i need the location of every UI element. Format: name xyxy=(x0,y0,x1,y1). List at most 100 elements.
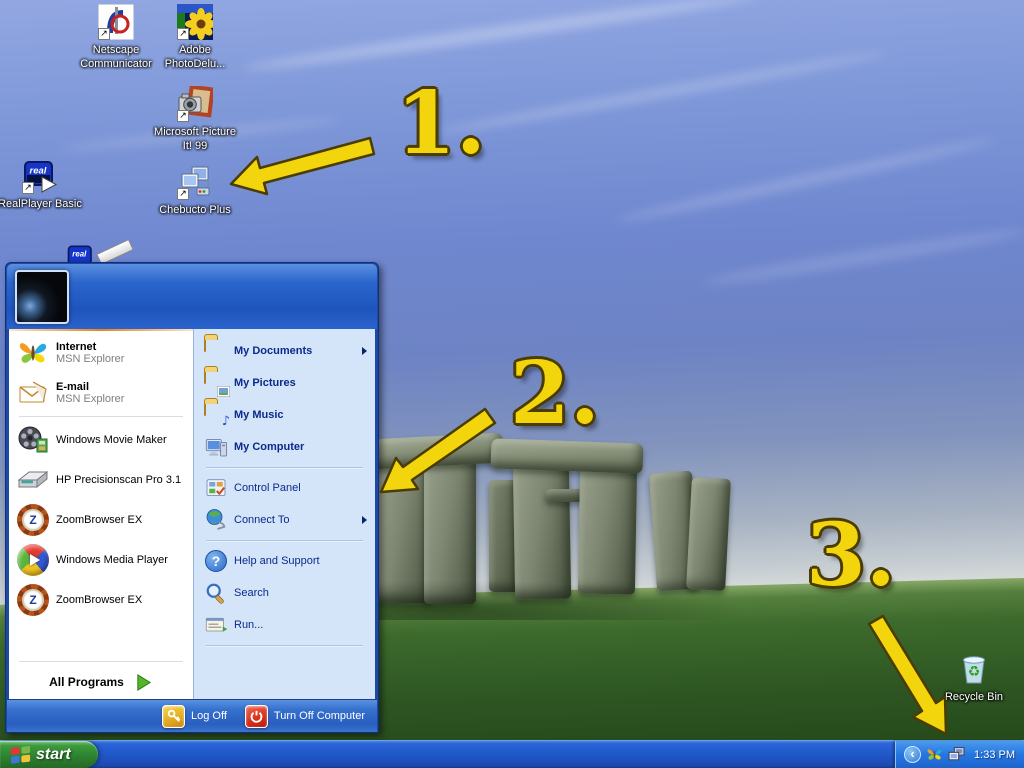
stone-lintel xyxy=(370,433,503,470)
shortcut-arrow-icon: ↗ xyxy=(177,28,189,40)
desktop-icon-chebucto-plus[interactable]: ↗ Chebucto Plus xyxy=(148,164,242,217)
turn-off-computer-button[interactable]: Turn Off Computer xyxy=(245,705,365,728)
menu-item-label: Connect To xyxy=(234,514,289,526)
start-menu: InternetMSN Explorer E-mailMSN Explorer … xyxy=(5,262,379,733)
windows-flag-icon xyxy=(10,745,31,765)
media-player-icon xyxy=(17,544,49,576)
turn-off-label: Turn Off Computer xyxy=(274,710,365,722)
desktop-screen: ↗ Netscape Communicator ↗ Adobe PhotoDel… xyxy=(0,0,1024,768)
menu-item-media-player[interactable]: Windows Media Player xyxy=(9,540,193,580)
start-button[interactable]: start xyxy=(0,741,98,768)
folder-icon xyxy=(204,339,228,363)
menu-item-label: Internet xyxy=(56,341,124,353)
run-icon xyxy=(204,613,228,637)
user-avatar xyxy=(15,270,69,324)
all-programs-button[interactable]: All Programs xyxy=(9,665,193,699)
menu-item-label: Windows Media Player xyxy=(56,554,168,566)
scanner-icon xyxy=(17,464,49,496)
help-icon: ? xyxy=(204,549,228,573)
stone-upright xyxy=(513,463,571,600)
desktop-icon-label: Chebucto Plus xyxy=(159,203,231,217)
all-programs-arrow-icon xyxy=(134,673,153,692)
start-menu-right-column: My Documents My Pictures ♪ My Music xyxy=(193,329,375,699)
menu-item-run[interactable]: Run... xyxy=(194,609,375,641)
log-off-label: Log Off xyxy=(191,710,227,722)
shortcut-arrow-icon: ↗ xyxy=(177,188,189,200)
search-icon xyxy=(204,581,228,605)
menu-item-hp-precisionscan[interactable]: HP Precisionscan Pro 3.1 xyxy=(9,460,193,500)
menu-item-label: Help and Support xyxy=(234,555,320,567)
grass-shadow xyxy=(370,580,750,620)
menu-item-zoombrowser-2[interactable]: Z ZoomBrowser EX xyxy=(9,580,193,620)
shortcut-arrow-icon: ↗ xyxy=(98,28,110,40)
menu-item-control-panel[interactable]: Control Panel xyxy=(194,472,375,504)
netscape-icon: ↗ xyxy=(98,4,134,40)
menu-separator xyxy=(19,661,183,662)
cloud-streak xyxy=(613,135,997,227)
my-computer-icon xyxy=(204,435,228,459)
desktop-icon-label: RealPlayer Basic xyxy=(0,197,82,211)
zoombrowser-icon: Z xyxy=(17,584,49,616)
menu-item-zoombrowser-1[interactable]: Z ZoomBrowser EX xyxy=(9,500,193,540)
desktop-icon-realplayer[interactable]: real ↗ RealPlayer Basic xyxy=(0,158,83,211)
menu-separator xyxy=(206,467,363,468)
menu-item-internet[interactable]: InternetMSN Explorer xyxy=(9,333,193,373)
menu-item-label: E-mail xyxy=(56,381,124,393)
email-envelope-icon xyxy=(17,377,49,409)
menu-item-label: Search xyxy=(234,587,269,599)
svg-text:real: real xyxy=(30,166,47,177)
realplayer-icon: real ↗ xyxy=(22,158,58,194)
taskbar: start ‹ 1:33 PM xyxy=(0,740,1024,768)
cloud-streak xyxy=(433,48,888,138)
log-off-button[interactable]: Log Off xyxy=(162,705,227,728)
submenu-arrow-icon xyxy=(362,516,367,524)
cloud-streak xyxy=(242,0,759,75)
connect-to-icon xyxy=(204,508,228,532)
menu-separator xyxy=(206,645,363,646)
menu-item-email[interactable]: E-mailMSN Explorer xyxy=(9,373,193,413)
hide-icons-chevron[interactable]: ‹ xyxy=(904,746,921,763)
menu-item-sublabel: MSN Explorer xyxy=(56,353,124,365)
menu-item-label: Windows Movie Maker xyxy=(56,434,167,446)
chebucto-plus-icon: ↗ xyxy=(177,164,213,200)
menu-item-label: ZoomBrowser EX xyxy=(56,514,142,526)
start-menu-header xyxy=(7,264,377,329)
photo-overlay-icon xyxy=(217,386,230,397)
film-reel-icon xyxy=(17,424,49,456)
menu-item-my-music[interactable]: ♪ My Music xyxy=(194,399,375,431)
menu-item-my-computer[interactable]: My Computer xyxy=(194,431,375,463)
msn-messenger-tray-icon[interactable] xyxy=(926,746,943,763)
network-tray-icon[interactable] xyxy=(948,746,965,763)
power-icon xyxy=(245,705,268,728)
picture-it-icon: ↗ xyxy=(177,86,213,122)
menu-item-connect-to[interactable]: Connect To xyxy=(194,504,375,536)
menu-item-sublabel: MSN Explorer xyxy=(56,393,124,405)
msn-butterfly-icon xyxy=(17,337,49,369)
menu-separator xyxy=(206,540,363,541)
menu-item-label: ZoomBrowser EX xyxy=(56,594,142,606)
control-panel-icon xyxy=(204,476,228,500)
shortcut-arrow-icon: ↗ xyxy=(177,110,189,122)
menu-item-label: HP Precisionscan Pro 3.1 xyxy=(56,474,181,486)
desktop-icon-recycle-bin[interactable]: ♻ Recycle Bin xyxy=(928,651,1020,704)
menu-item-my-pictures[interactable]: My Pictures xyxy=(194,367,375,399)
shortcut-arrow-icon: ↗ xyxy=(22,182,34,194)
desktop-icon-label: Recycle Bin xyxy=(945,690,1003,704)
desktop-icon-picture-it[interactable]: ↗ Microsoft Picture It! 99 xyxy=(148,86,242,153)
menu-item-movie-maker[interactable]: Windows Movie Maker xyxy=(9,420,193,460)
menu-item-search[interactable]: Search xyxy=(194,577,375,609)
desktop-icon-adobe-photodeluxe[interactable]: ↗ Adobe PhotoDelu... xyxy=(149,4,241,71)
menu-item-help-support[interactable]: ? Help and Support xyxy=(194,545,375,577)
menu-item-label: My Pictures xyxy=(234,377,296,389)
stone-lintel xyxy=(491,438,644,473)
taskbar-clock[interactable]: 1:33 PM xyxy=(974,749,1015,761)
stone-upright xyxy=(686,477,731,591)
menu-item-label: My Documents xyxy=(234,345,312,357)
start-menu-left-column: InternetMSN Explorer E-mailMSN Explorer … xyxy=(9,329,193,699)
menu-item-label: My Music xyxy=(234,409,284,421)
svg-text:real: real xyxy=(72,249,87,258)
recycle-bin-icon: ♻ xyxy=(956,651,992,687)
desktop-icon-partial-real[interactable]: real xyxy=(66,243,100,262)
menu-separator xyxy=(19,416,183,417)
menu-item-my-documents[interactable]: My Documents xyxy=(194,335,375,367)
